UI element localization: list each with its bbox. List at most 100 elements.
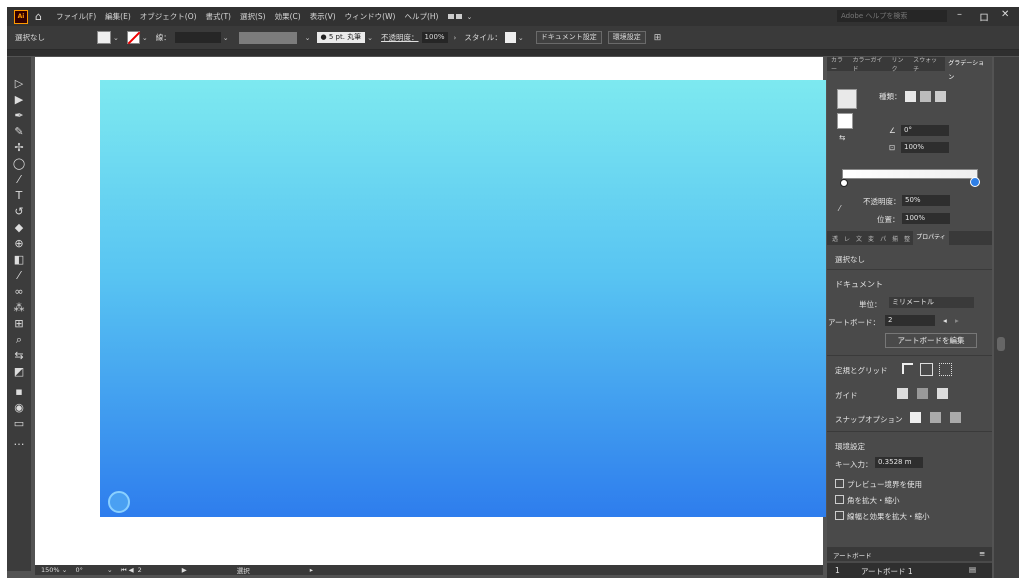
preferences-button[interactable]: 環境設定: [607, 31, 646, 44]
menu-select[interactable]: 選択(S): [240, 11, 266, 22]
snap-to-grid-icon[interactable]: [930, 412, 941, 423]
chevron-down-icon[interactable]: ⌄: [518, 34, 524, 42]
scale-corners-checkbox[interactable]: 角を拡大・縮小: [835, 495, 900, 506]
direct-selection-tool-icon[interactable]: ▶: [12, 93, 26, 107]
paintbrush-tool-icon[interactable]: ⁄: [12, 173, 26, 187]
prev-artboard-icon[interactable]: ◀: [129, 566, 134, 574]
prev-artboard-icon[interactable]: ◂: [943, 316, 947, 325]
fill-stroke-swatch-icon[interactable]: ◩: [12, 365, 26, 379]
blend-tool-icon[interactable]: ∞: [12, 285, 26, 299]
linear-gradient-icon[interactable]: [905, 91, 916, 102]
smart-guides-icon[interactable]: [937, 388, 948, 399]
scrollbar-thumb[interactable]: [997, 337, 1005, 351]
fill-stroke-indicator[interactable]: [837, 113, 853, 129]
stroke-weight-field[interactable]: [174, 32, 221, 43]
gradient-tool-icon[interactable]: ◧: [12, 253, 26, 267]
pen-tool-icon[interactable]: ✒: [12, 109, 26, 123]
menu-file[interactable]: ファイル(F): [56, 11, 96, 22]
next-artboard-icon[interactable]: ▸: [955, 316, 959, 325]
screen-mode-icon[interactable]: ▭: [12, 417, 26, 431]
symbol-sprayer-tool-icon[interactable]: ⁂: [12, 301, 26, 315]
status-menu-icon[interactable]: ▸: [310, 566, 313, 574]
gradient-stop-left[interactable]: [840, 179, 848, 187]
more-tools-icon[interactable]: …: [12, 435, 26, 449]
zoom-tool-icon[interactable]: ⌕: [12, 333, 26, 347]
graphic-style-swatch[interactable]: [504, 32, 516, 43]
swap-fill-stroke-icon[interactable]: ⇆: [12, 349, 26, 363]
gradient-circle-object[interactable]: [108, 491, 130, 513]
eyedropper-tool-icon[interactable]: ⁄: [12, 269, 26, 283]
tab-links[interactable]: リンク: [892, 55, 910, 73]
snap-to-pixel-icon[interactable]: [950, 412, 961, 423]
opacity-field[interactable]: 100%: [421, 32, 448, 43]
workspace-switcher-icon[interactable]: ⌄: [448, 13, 472, 21]
curvature-tool-icon[interactable]: ✎: [12, 125, 26, 139]
menu-view[interactable]: 表示(V): [310, 11, 336, 22]
selection-tool-icon[interactable]: ▷: [12, 77, 26, 91]
lock-guides-icon[interactable]: [917, 388, 928, 399]
tab-character[interactable]: 文: [856, 234, 862, 243]
radial-gradient-icon[interactable]: [920, 91, 931, 102]
eyedropper-icon[interactable]: ⁄: [839, 204, 840, 213]
brush-definition[interactable]: ● 5 pt. 丸筆: [316, 32, 366, 43]
tab-properties[interactable]: プロパティ: [913, 231, 949, 245]
shape-builder-tool-icon[interactable]: ⊕: [12, 237, 26, 251]
gradient-preview-swatch[interactable]: [837, 89, 857, 109]
artboard-row-name[interactable]: アートボード 1: [861, 566, 913, 577]
tab-color[interactable]: カラー: [831, 55, 849, 73]
menu-effect[interactable]: 効果(C): [275, 11, 301, 22]
rulers-icon[interactable]: [902, 363, 913, 374]
rotation-view[interactable]: 0°: [75, 566, 82, 574]
artboard-options-icon[interactable]: ▤: [969, 565, 976, 574]
artboard-list-row[interactable]: 1 アートボード 1 ▤: [827, 563, 992, 578]
tab-arrange[interactable]: 整: [904, 234, 910, 243]
tab-pathfinder[interactable]: パ: [880, 234, 886, 243]
preview-bounds-checkbox[interactable]: プレビュー境界を使用: [835, 479, 922, 490]
close-button[interactable]: ✕: [1001, 9, 1009, 20]
chevron-right-icon[interactable]: ›: [454, 34, 457, 42]
restore-button[interactable]: ロ: [979, 9, 989, 24]
tab-transparency[interactable]: 透: [832, 234, 838, 243]
first-artboard-icon[interactable]: ⏮: [121, 566, 127, 575]
artboard-gradient-rectangle[interactable]: [100, 80, 826, 517]
anchor-tool-icon[interactable]: ✢: [12, 141, 26, 155]
freeform-gradient-icon[interactable]: [935, 91, 946, 102]
chevron-down-icon[interactable]: ⌄: [367, 34, 373, 42]
color-mode-icon[interactable]: ▪: [12, 385, 26, 399]
fill-swatch[interactable]: [97, 31, 111, 44]
eraser-tool-icon[interactable]: ◆: [12, 221, 26, 235]
grid-icon[interactable]: [920, 363, 933, 376]
aspect-ratio-field[interactable]: 100%: [901, 142, 949, 153]
artboard-field[interactable]: 2: [885, 315, 935, 326]
gradient-opacity-field[interactable]: 50%: [902, 195, 950, 206]
angle-field[interactable]: 0°: [901, 125, 949, 136]
edit-artboards-button[interactable]: アートボードを編集: [885, 333, 977, 348]
minimize-button[interactable]: –: [957, 9, 962, 20]
chevron-down-icon[interactable]: ⌄: [62, 566, 68, 574]
tab-swatches[interactable]: スウォッチ: [913, 55, 942, 73]
tab-layers[interactable]: レ: [844, 234, 850, 243]
menu-type[interactable]: 書式(T): [206, 11, 231, 22]
panel-menu-icon[interactable]: ≡: [979, 549, 985, 558]
units-dropdown[interactable]: ミリメートル: [889, 297, 974, 308]
gradient-slider[interactable]: [842, 169, 978, 179]
chevron-down-icon[interactable]: ⌄: [223, 34, 229, 42]
next-artboard-icon[interactable]: ▶: [182, 566, 187, 574]
reverse-gradient-icon[interactable]: ⇆: [839, 133, 845, 142]
variable-width-profile[interactable]: [238, 31, 297, 44]
menu-window[interactable]: ウィンドウ(W): [345, 11, 396, 22]
stroke-swatch[interactable]: [126, 31, 140, 44]
show-guides-icon[interactable]: [897, 388, 908, 399]
chevron-down-icon[interactable]: ⌄: [113, 34, 119, 42]
gradient-stop-right[interactable]: [970, 177, 980, 187]
document-setup-button[interactable]: ドキュメント設定: [535, 31, 602, 44]
opacity-label[interactable]: 不透明度：: [381, 32, 419, 43]
ellipse-tool-icon[interactable]: ◯: [12, 157, 26, 171]
artboards-panel-title[interactable]: アートボード: [833, 550, 872, 560]
chevron-down-icon[interactable]: ⌄: [305, 34, 311, 42]
canvas[interactable]: [35, 57, 826, 565]
menu-help[interactable]: ヘルプ(H): [404, 11, 438, 22]
menu-edit[interactable]: 編集(E): [105, 11, 131, 22]
key-increment-field[interactable]: 0.3528 m: [875, 457, 923, 468]
chevron-down-icon[interactable]: ⌄: [142, 34, 148, 42]
